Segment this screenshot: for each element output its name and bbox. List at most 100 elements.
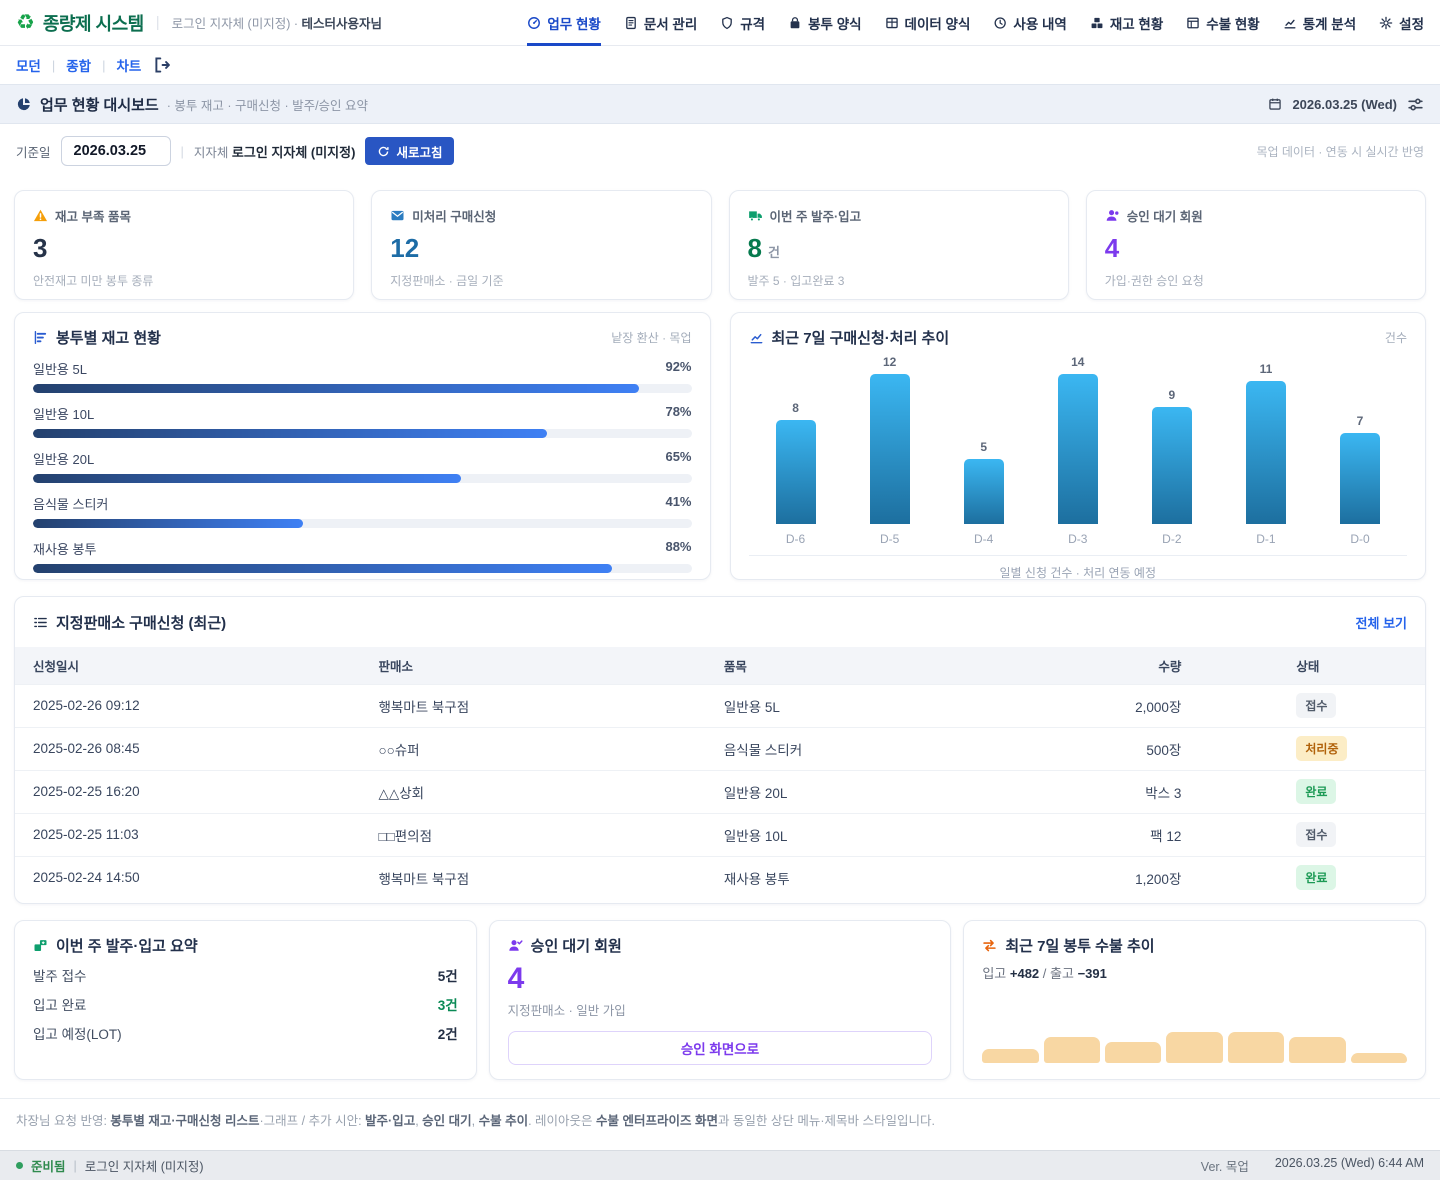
table-row: 2025-02-26 08:45○○슈퍼음식물 스티커500장처리중 — [15, 727, 1425, 770]
subnav-link-1[interactable]: 모던 — [16, 55, 41, 75]
inventory-item: 음식물 스티커41% — [33, 494, 692, 528]
page-title: 업무 현황 대시보드 — [40, 94, 159, 115]
bag-icon — [788, 16, 802, 30]
orders-row-value: 5건 — [438, 965, 458, 985]
requests-title: 지정판매소 구매신청 (최근) — [56, 612, 226, 633]
kpi-value-number: 3 — [33, 233, 47, 264]
nav-item-settings[interactable]: 설정 — [1379, 0, 1424, 46]
nav-item-label: 사용 내역 — [1013, 13, 1066, 33]
kpi-card-subtitle: 발주 5 · 입고완료 3 — [748, 272, 1050, 289]
flow-spark-bar — [982, 1049, 1038, 1063]
nav-item-documents[interactable]: 문서 관리 — [624, 0, 697, 46]
kpi-card-2: 미처리 구매신청12지정판매소 · 금일 기준 — [371, 190, 711, 300]
cell-date: 2025-02-24 14:50 — [15, 856, 360, 899]
main-nav: 업무 현황 문서 관리 규격 봉투 양식 데이터 양식 사용 내역 재고 현황 수불 현황 통계… — [527, 0, 1424, 46]
trend-panel-header: 최근 7일 구매신청·처리 추이 건수 — [749, 327, 1408, 348]
subnav-link-3[interactable]: 차트 — [116, 55, 141, 75]
version-label: Ver. 목업 — [1201, 1156, 1249, 1175]
clock-icon — [993, 16, 1007, 30]
subnav-link-2[interactable]: 종합 — [66, 55, 91, 75]
orders-row: 입고 예정(LOT)2건 — [33, 1023, 458, 1043]
kpi-card-value: 8건 — [748, 233, 1050, 264]
orders-list: 발주 접수5건입고 완료3건입고 예정(LOT)2건 — [33, 956, 458, 1043]
orders-title: 이번 주 발주·입고 요약 — [56, 935, 198, 956]
kpi-card-title: 미처리 구매신청 — [412, 206, 496, 225]
trend-bar-value: 5 — [980, 440, 987, 454]
truck-icon — [748, 208, 763, 223]
status-bar: 준비됨 | 로그인 지자체 (미지정) Ver. 목업 2026.03.25 (… — [0, 1150, 1440, 1180]
cell-date: 2025-02-26 09:12 — [15, 684, 360, 727]
document-icon — [624, 16, 638, 30]
inventory-item-percent: 88% — [665, 539, 691, 558]
subnav-separator: | — [52, 58, 55, 73]
trend-bar — [1058, 374, 1098, 524]
nav-item-specs[interactable]: 규격 — [720, 0, 765, 46]
cell-store: □□편의점 — [360, 813, 705, 856]
footer-note-segment: 승인 대기 — [422, 1114, 471, 1128]
base-date-label: 기준일 — [16, 142, 51, 161]
app-header: ♻ 종량제 시스템 | 로그인 지자체 (미지정) · 테스터사용자님 업무 현… — [0, 0, 1440, 46]
trend-bar-slot: 11 — [1219, 362, 1313, 524]
nav-item-bag-forms[interactable]: 봉투 양식 — [788, 0, 861, 46]
requests-panel-header: 지정판매소 구매신청 (최근) 전체 보기 — [15, 597, 1425, 647]
cell-store: 행복마트 북구점 — [360, 856, 705, 899]
swap-icon — [982, 938, 997, 953]
kpi-card-title: 재고 부족 품목 — [55, 206, 131, 225]
cell-store: 행복마트 북구점 — [360, 684, 705, 727]
date-input[interactable]: 2026.03.25 — [61, 136, 171, 166]
sliders-icon[interactable] — [1407, 96, 1424, 113]
trend-bar-value: 7 — [1357, 414, 1364, 428]
inventory-item-labels: 음식물 스티커41% — [33, 494, 692, 513]
login-info: 로그인 지자체 (미지정) · 테스터사용자님 — [172, 13, 382, 32]
recycle-icon: ♻ — [16, 12, 35, 33]
header-divider: | — [156, 14, 160, 31]
inventory-bar-track — [33, 519, 692, 528]
nav-item-label: 수불 현황 — [1206, 13, 1259, 33]
inventory-item-percent: 41% — [665, 494, 691, 513]
nav-item-ledger-status[interactable]: 수불 현황 — [1186, 0, 1259, 46]
flow-panel-header: 최근 7일 봉투 수불 추이 — [982, 935, 1407, 956]
approval-panel: 승인 대기 회원 4 지정판매소 · 일반 가입 승인 화면으로 — [489, 920, 952, 1080]
nav-item-statistics[interactable]: 통계 분석 — [1283, 0, 1356, 46]
boxes-icon — [1090, 16, 1104, 30]
kpi-card-4: 승인 대기 회원4가입·권한 승인 요청 — [1086, 190, 1426, 300]
inventory-item-percent: 78% — [665, 404, 691, 423]
trend-bar-value: 9 — [1169, 388, 1176, 402]
nav-item-work-status[interactable]: 업무 현황 — [527, 0, 600, 46]
subnav: 모던|종합|차트 — [0, 46, 1440, 84]
inventory-item-labels: 일반용 20L65% — [33, 449, 692, 468]
trend-bar — [964, 459, 1004, 524]
flow-sparkline — [982, 1031, 1407, 1063]
footer-note-segment: . 레이아웃은 — [528, 1114, 596, 1128]
trend-panel: 최근 7일 구매신청·처리 추이 건수 8125149117 D-6D-5D-4… — [730, 312, 1427, 580]
shield-icon — [720, 16, 734, 30]
approval-button[interactable]: 승인 화면으로 — [508, 1031, 933, 1065]
inventory-bar-fill — [33, 429, 547, 438]
nav-item-data-forms[interactable]: 데이터 양식 — [885, 0, 971, 46]
kpi-value-suffix: 건 — [768, 242, 780, 261]
view-all-link[interactable]: 전체 보기 — [1356, 613, 1407, 632]
cell-status: 완료 — [1199, 856, 1425, 899]
inventory-panel-header: 봉투별 재고 현황 낱장 환산 · 목업 — [33, 327, 692, 348]
kpi-card-value: 4 — [1105, 233, 1407, 264]
cell-date: 2025-02-25 11:03 — [15, 813, 360, 856]
trend-bars: 8125149117 — [749, 352, 1408, 524]
status-badge: 완료 — [1296, 865, 1336, 890]
app-title: 종량제 시스템 — [43, 10, 144, 36]
nav-item-usage-history[interactable]: 사용 내역 — [993, 0, 1066, 46]
flow-out-label: 출고 — [1050, 966, 1074, 981]
trend-x-label: D-6 — [749, 532, 843, 546]
nav-item-label: 규격 — [740, 13, 765, 33]
refresh-button-label: 새로고침 — [396, 142, 442, 161]
column-header-5: 상태 — [1199, 647, 1425, 684]
refresh-button[interactable]: 새로고침 — [365, 137, 454, 165]
flow-out-value: −391 — [1078, 966, 1107, 981]
logout-icon[interactable] — [153, 56, 171, 74]
trend-x-label: D-0 — [1313, 532, 1407, 546]
pie-icon — [16, 96, 32, 112]
cell-qty: 500장 — [1044, 727, 1199, 770]
kpi-card-1: 재고 부족 품목3안전재고 미만 봉투 종류 — [14, 190, 354, 300]
status-right: Ver. 목업 2026.03.25 (Wed) 6:44 AM — [1201, 1156, 1424, 1175]
trend-bar — [870, 374, 910, 524]
nav-item-inventory-status[interactable]: 재고 현황 — [1090, 0, 1163, 46]
